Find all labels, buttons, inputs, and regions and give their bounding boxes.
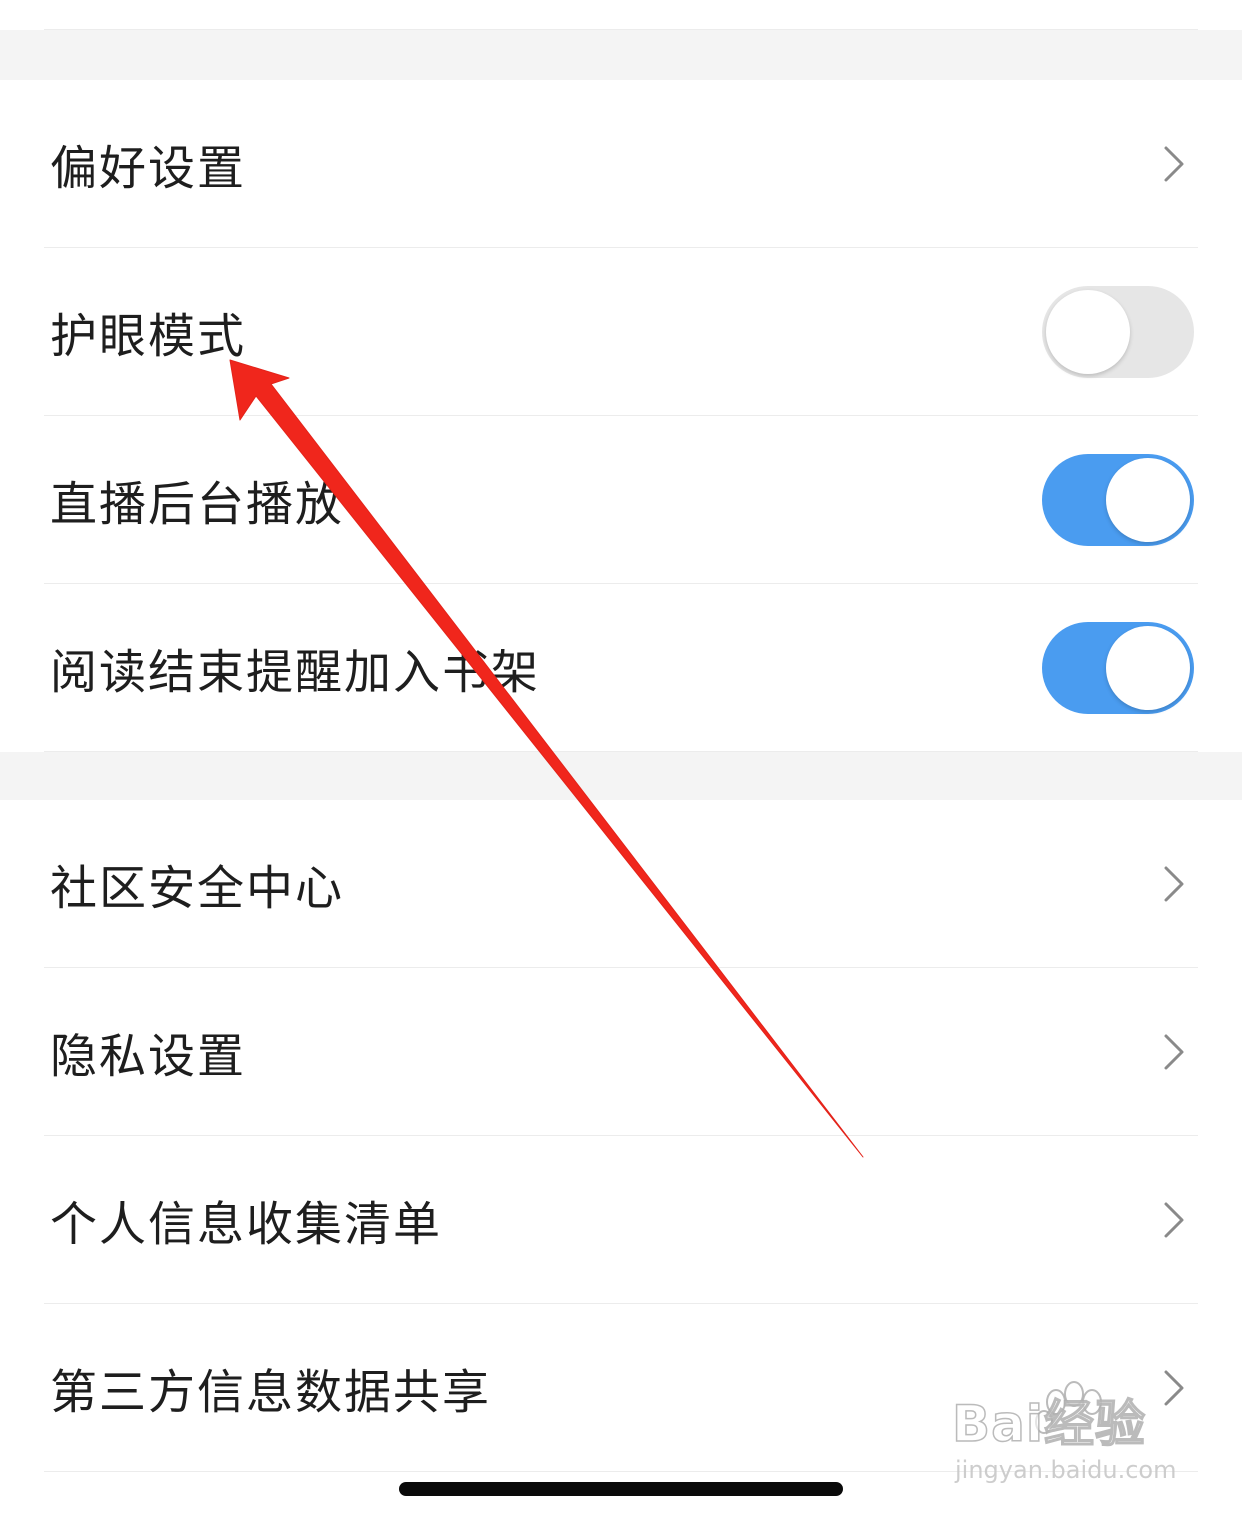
watermark-url: jingyan.baidu.com bbox=[955, 1456, 1177, 1484]
toggle-knob bbox=[1046, 290, 1130, 374]
settings-row-eye-protection: 护眼模式 bbox=[0, 248, 1242, 416]
row-label-personal-info-list: 个人信息收集清单 bbox=[50, 1197, 442, 1253]
top-list-end bbox=[0, 0, 1242, 30]
chevron-right-icon bbox=[1164, 866, 1184, 902]
toggle-knob bbox=[1106, 458, 1190, 542]
toggle-knob bbox=[1106, 626, 1190, 710]
row-label-live-background-play: 直播后台播放 bbox=[50, 477, 344, 533]
home-indicator[interactable] bbox=[399, 1482, 843, 1496]
row-label-eye-protection: 护眼模式 bbox=[50, 309, 246, 365]
settings-row-community-safety[interactable]: 社区安全中心 bbox=[0, 800, 1242, 968]
settings-row-preferences[interactable]: 偏好设置 bbox=[0, 80, 1242, 248]
settings-group-privacy: 社区安全中心 隐私设置 个人信息收集清单 第三方信息数据共享 bbox=[0, 800, 1242, 1472]
chevron-right-icon bbox=[1164, 1034, 1184, 1070]
row-label-preferences: 偏好设置 bbox=[50, 141, 246, 197]
section-gap-middle bbox=[0, 752, 1242, 800]
settings-row-privacy[interactable]: 隐私设置 bbox=[0, 968, 1242, 1136]
row-label-bookshelf-reminder: 阅读结束提醒加入书架 bbox=[50, 645, 540, 701]
eye-protection-toggle[interactable] bbox=[1042, 286, 1194, 378]
live-background-play-toggle[interactable] bbox=[1042, 454, 1194, 546]
settings-row-live-background-play: 直播后台播放 bbox=[0, 416, 1242, 584]
row-label-community-safety: 社区安全中心 bbox=[50, 861, 344, 917]
chevron-right-icon bbox=[1164, 146, 1184, 182]
row-label-third-party-sharing: 第三方信息数据共享 bbox=[50, 1365, 491, 1421]
chevron-right-icon bbox=[1164, 1202, 1184, 1238]
watermark-brand: Bai经验 bbox=[951, 1394, 1146, 1454]
bookshelf-reminder-toggle[interactable] bbox=[1042, 622, 1194, 714]
section-gap-top bbox=[0, 30, 1242, 80]
row-label-privacy: 隐私设置 bbox=[50, 1029, 246, 1085]
settings-screen: 偏好设置 护眼模式 直播后台播放 阅读结束提醒加入书架 社区安全中心 隐私设置 … bbox=[0, 0, 1242, 1516]
settings-row-bookshelf-reminder: 阅读结束提醒加入书架 bbox=[0, 584, 1242, 752]
settings-group-general: 偏好设置 护眼模式 直播后台播放 阅读结束提醒加入书架 bbox=[0, 80, 1242, 752]
settings-row-personal-info-list[interactable]: 个人信息收集清单 bbox=[0, 1136, 1242, 1304]
